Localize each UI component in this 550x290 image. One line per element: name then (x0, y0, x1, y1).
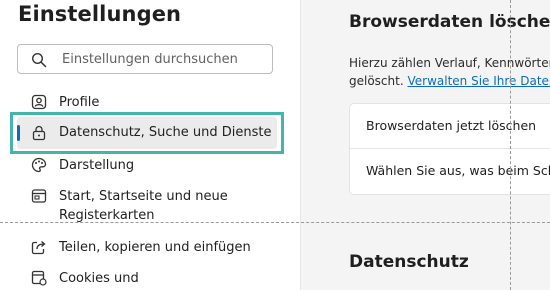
search-icon (31, 52, 47, 68)
guide-line-vertical (510, 0, 511, 290)
manage-data-link[interactable]: Verwalten Sie Ihre Daten (407, 74, 550, 88)
section-description: Hierzu zählen Verlauf, Kennwörter, gelös… (349, 54, 550, 90)
sidebar-item-label: Teilen, kopieren und einfügen (59, 240, 251, 255)
sidebar-item-profile[interactable]: Profile (17, 92, 277, 114)
sidebar-item-cookies[interactable]: Cookies und (17, 268, 277, 290)
sidebar-item-appearance[interactable]: Darstellung (17, 155, 277, 177)
sidebar-item-label: Profile (59, 95, 100, 110)
clear-now-row[interactable]: Browserdaten jetzt löschen (350, 104, 550, 149)
description-line-1: Hierzu zählen Verlauf, Kennwörter, (349, 56, 550, 70)
settings-search-input[interactable]: Einstellungen durchsuchen (17, 44, 273, 74)
sidebar-item-label: Start, Startseite und neue Registerkarte… (59, 189, 228, 223)
clear-data-card: Browserdaten jetzt löschen Wählen Sie au… (349, 103, 550, 195)
settings-sidebar: Einstellungen Einstellungen durchsuchen … (0, 0, 300, 290)
description-prefix: gelöscht. (349, 74, 408, 88)
description-line-2: gelöscht. Verwalten Sie Ihre Daten (349, 72, 550, 90)
sidebar-item-start[interactable]: Start, Startseite und neue Registerkarte… (17, 186, 277, 226)
page-title: Browserdaten löschen (349, 12, 550, 32)
sidebar-item-label: Cookies und (59, 271, 139, 286)
cookies-icon (31, 270, 47, 286)
share-icon (31, 239, 47, 255)
active-indicator (17, 125, 20, 141)
sidebar-item-label: Darstellung (59, 158, 135, 173)
profile-icon (31, 94, 47, 110)
start-icon (31, 188, 47, 204)
choose-on-close-label: Wählen Sie aus, was beim Schließen (366, 163, 550, 178)
sidebar-item-privacy[interactable]: Datenschutz, Suche und Dienste (17, 117, 277, 149)
sidebar-item-share[interactable]: Teilen, kopieren und einfügen (17, 237, 277, 259)
appearance-icon (31, 157, 47, 173)
guide-line-horizontal (0, 222, 550, 223)
sidebar-title: Einstellungen (18, 2, 182, 26)
privacy-section-title: Datenschutz (349, 252, 469, 272)
search-placeholder: Einstellungen durchsuchen (62, 52, 238, 67)
settings-content: Browserdaten löschen Hierzu zählen Verla… (301, 0, 550, 290)
choose-on-close-row[interactable]: Wählen Sie aus, was beim Schließen (350, 149, 550, 194)
lock-icon (31, 125, 47, 141)
sidebar-item-label: Datenschutz, Suche und Dienste (59, 125, 272, 140)
